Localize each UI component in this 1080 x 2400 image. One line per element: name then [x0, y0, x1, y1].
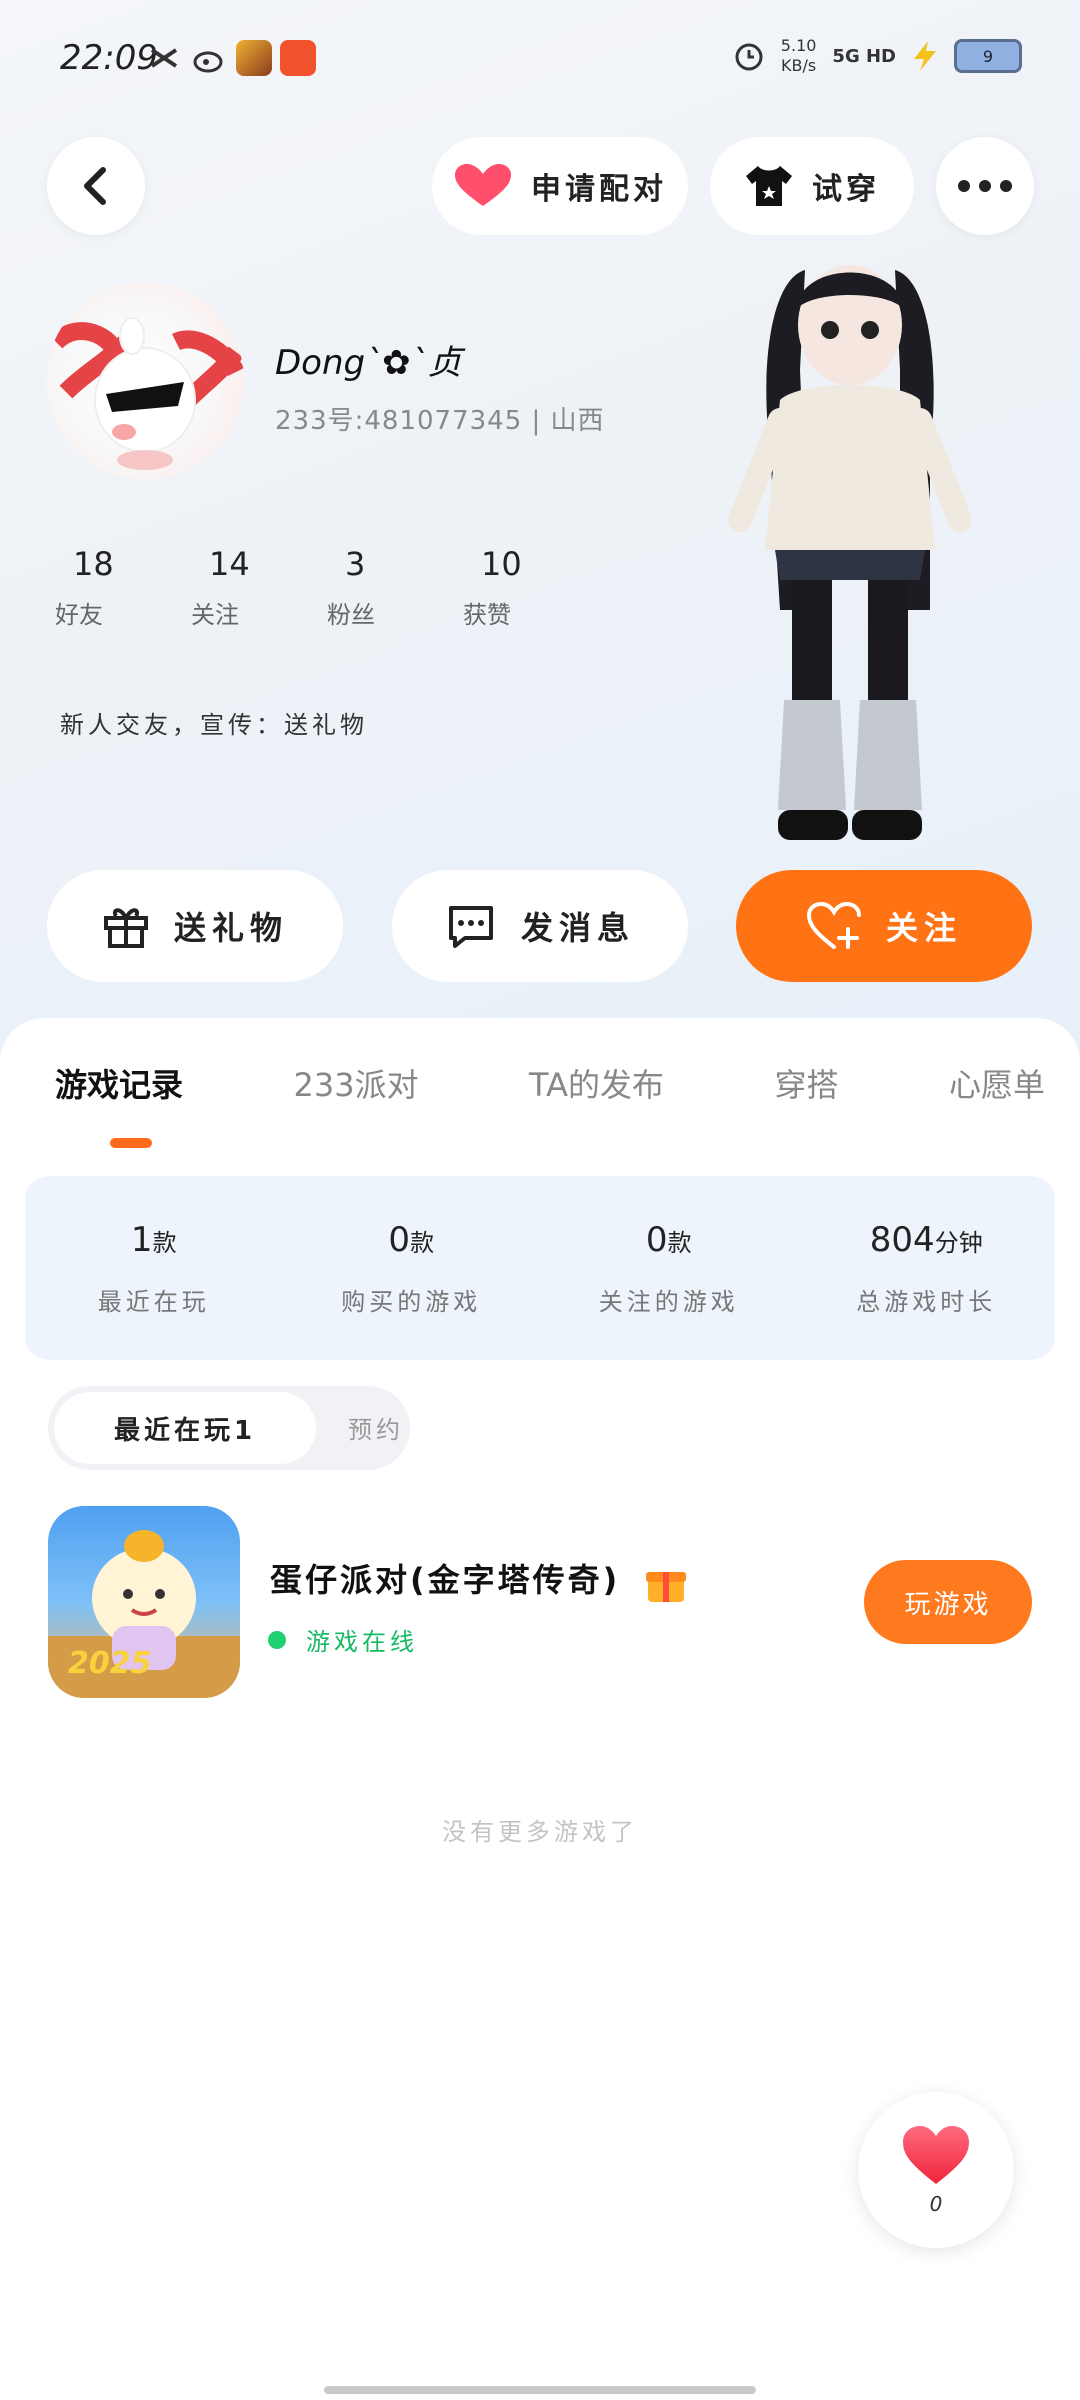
summary-label: 最近在玩 [97, 1287, 210, 1316]
game-title-text: 蛋仔派对(金字塔传奇) [270, 1561, 621, 1599]
tshirt-icon [746, 166, 792, 206]
summary-unit: 分钟 [934, 1228, 983, 1257]
profile-stats: 18 好友 14 关注 3 粉丝 10 获赞 [55, 545, 599, 630]
summary-purchased[interactable]: 0款 购买的游戏 [283, 1176, 541, 1360]
follow-label: 关注 [885, 909, 962, 947]
weibo-icon [192, 40, 228, 76]
game-summary: 1款 最近在玩 0款 购买的游戏 0款 关注的游戏 804分钟 总游戏时长 [25, 1176, 1055, 1360]
summary-followed[interactable]: 0款 关注的游戏 [540, 1176, 798, 1360]
summary-unit: 款 [410, 1228, 435, 1257]
profile-name: Dong`✿`贞 [275, 343, 462, 383]
online-text: 游戏在线 [306, 1628, 418, 1656]
gift-box-icon [646, 1572, 687, 1602]
tab-posts[interactable]: TA的发布 [529, 1060, 664, 1106]
stat-value: 14 [209, 545, 250, 583]
like-count: 0 [929, 2192, 943, 2216]
tab-indicator [110, 1138, 152, 1148]
chat-bubble-icon [448, 906, 493, 948]
tab-wishlist[interactable]: 心愿单 [949, 1060, 1045, 1106]
avatar[interactable] [46, 282, 244, 480]
profile-bio: 新人交友，宣传：送礼物 [60, 711, 368, 739]
profile-uid[interactable]: 233号:481077345 | 山西 [275, 400, 605, 437]
heart-icon [455, 164, 511, 206]
summary-label: 总游戏时长 [856, 1287, 997, 1316]
avatar-image [49, 317, 244, 470]
stat-value: 18 [73, 545, 114, 583]
stat-value: 3 [345, 545, 366, 583]
heart-plus-icon [806, 901, 861, 949]
game-icon-badge: 2025 [68, 1646, 152, 1681]
stat-likes[interactable]: 10 获赞 [463, 545, 599, 630]
online-dot [268, 1630, 286, 1649]
match-request-button[interactable]: 申请配对 [432, 137, 688, 235]
stat-label: 关注 [191, 601, 239, 629]
game-online-status: 游戏在线 [268, 1622, 418, 1657]
summary-value: 0 [645, 1219, 668, 1260]
more-button[interactable] [936, 137, 1034, 235]
avatar-figure[interactable] [700, 250, 1000, 870]
segment-recent-playing[interactable]: 最近在玩1 [54, 1392, 316, 1464]
segment-reservations[interactable]: 预约 [348, 1410, 404, 1445]
send-gift-button[interactable]: 送礼物 [47, 870, 343, 982]
stat-friends[interactable]: 18 好友 [55, 545, 191, 630]
summary-recent[interactable]: 1款 最近在玩 [25, 1176, 283, 1360]
summary-unit: 款 [152, 1228, 177, 1257]
match-request-label: 申请配对 [531, 172, 667, 207]
home-indicator[interactable] [324, 2386, 756, 2394]
game-icon[interactable]: 2025 [48, 1506, 240, 1698]
charging-icon [914, 41, 936, 71]
capcut-icon [146, 40, 182, 76]
summary-value: 0 [388, 1219, 411, 1260]
app-store-icon [280, 40, 316, 76]
no-more-games: 没有更多游戏了 [442, 1818, 638, 1846]
alarm-icon [735, 43, 763, 71]
follow-button[interactable]: 关注 [736, 870, 1032, 982]
battery-indicator: 9 [954, 39, 1022, 73]
game-app-icon [236, 40, 272, 76]
game-title[interactable]: 蛋仔派对(金字塔传奇) [270, 1555, 688, 1604]
stat-label: 粉丝 [327, 601, 375, 629]
profile-tabs: 游戏记录 233派对 TA的发布 穿搭 心愿单 [55, 1060, 1045, 1106]
stat-label: 好友 [55, 601, 103, 629]
summary-label: 购买的游戏 [341, 1287, 482, 1316]
send-message-button[interactable]: 发消息 [392, 870, 688, 982]
status-time: 22:09 [60, 38, 158, 78]
back-button[interactable] [47, 137, 145, 235]
stat-value: 10 [481, 545, 522, 583]
stat-following[interactable]: 14 关注 [191, 545, 327, 630]
tab-outfits[interactable]: 穿搭 [774, 1060, 838, 1106]
back-arrow-icon [84, 167, 106, 205]
try-on-button[interactable]: 试穿 [710, 137, 914, 235]
like-button[interactable]: 0 [858, 2092, 1014, 2248]
gift-icon [103, 908, 148, 948]
send-message-label: 发消息 [520, 909, 635, 947]
summary-value: 804 [869, 1219, 935, 1260]
summary-label: 关注的游戏 [598, 1287, 739, 1316]
more-dots-icon [958, 180, 1012, 192]
tab-game-records[interactable]: 游戏记录 [55, 1060, 183, 1106]
send-gift-label: 送礼物 [173, 909, 288, 947]
status-bar: 22:09 5.10 KB/s 5G HD 9 [0, 0, 1080, 110]
stat-fans[interactable]: 3 粉丝 [327, 545, 463, 630]
network-type: 5G HD [832, 45, 896, 67]
stat-label: 获赞 [463, 601, 511, 629]
summary-value: 1 [130, 1219, 153, 1260]
play-game-button[interactable]: 玩游戏 [864, 1560, 1032, 1644]
network-speed: 5.10 KB/s [780, 36, 817, 75]
summary-unit: 款 [667, 1228, 692, 1257]
summary-playtime[interactable]: 804分钟 总游戏时长 [798, 1176, 1056, 1360]
try-on-label: 试穿 [812, 172, 880, 207]
game-filter-segment: 最近在玩1 预约 [48, 1386, 410, 1470]
tab-233-party[interactable]: 233派对 [293, 1060, 418, 1106]
heart-icon [903, 2126, 969, 2184]
